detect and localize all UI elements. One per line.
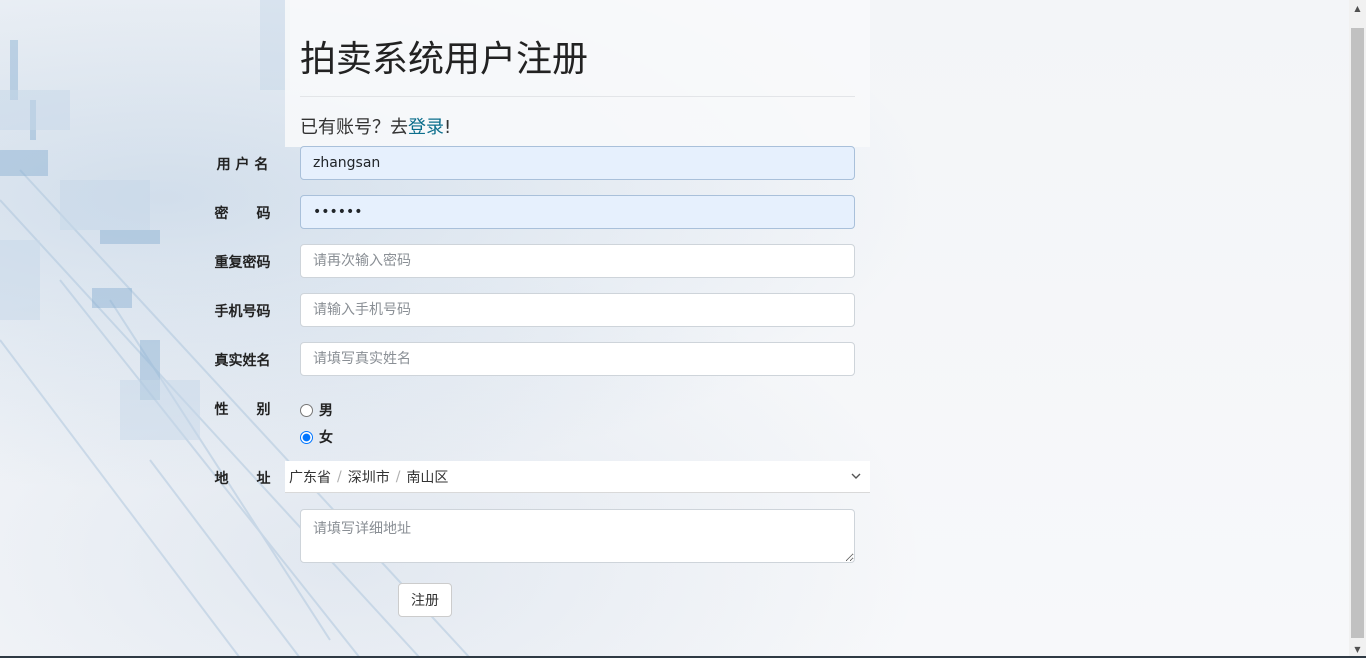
- address-district: 南山区: [406, 469, 449, 486]
- scroll-up-icon[interactable]: ▲: [1349, 0, 1366, 17]
- page-title: 拍卖系统用户注册: [300, 39, 589, 80]
- vertical-scrollbar[interactable]: ▲ ▼: [1349, 0, 1366, 658]
- gender-option-male[interactable]: 男: [300, 400, 333, 420]
- login-prompt-suffix: !: [444, 117, 452, 138]
- username-input[interactable]: [300, 146, 855, 180]
- gender-option-male-label: 男: [319, 403, 333, 419]
- confirm-password-label: 重复密码: [214, 255, 271, 271]
- real-name-label: 真实姓名: [214, 353, 271, 369]
- register-button[interactable]: 注册: [398, 583, 452, 617]
- header-divider: [300, 96, 855, 97]
- username-label: 用 户 名: [216, 157, 269, 173]
- address-region-select[interactable]: 广东省 / 深圳市 / 南山区: [285, 461, 870, 493]
- password-input[interactable]: [300, 195, 855, 229]
- gender-option-female-label: 女: [319, 430, 333, 446]
- real-name-input[interactable]: [300, 342, 855, 376]
- address-city: 深圳市: [347, 469, 390, 486]
- chevron-down-icon: [851, 473, 861, 479]
- scrollbar-thumb[interactable]: [1351, 28, 1364, 638]
- gender-radio-male[interactable]: [300, 403, 313, 417]
- phone-input[interactable]: [300, 293, 855, 327]
- address-detail-input[interactable]: [300, 509, 855, 563]
- address-separator: /: [337, 468, 342, 485]
- address-separator: /: [395, 468, 401, 485]
- address-label: 地 址: [214, 471, 271, 487]
- gender-radio-female[interactable]: [300, 430, 313, 444]
- login-link[interactable]: 登录: [408, 117, 444, 138]
- gender-label: 性 别: [214, 402, 271, 418]
- login-prompt: 已有账号？去登录!: [300, 113, 451, 139]
- address-province: 广东省: [289, 469, 331, 486]
- login-prompt-text: 已有账号？去: [300, 117, 408, 138]
- confirm-password-input[interactable]: [300, 244, 855, 278]
- password-label: 密 码: [214, 206, 271, 222]
- gender-option-female[interactable]: 女: [300, 427, 333, 447]
- phone-label: 手机号码: [214, 304, 271, 320]
